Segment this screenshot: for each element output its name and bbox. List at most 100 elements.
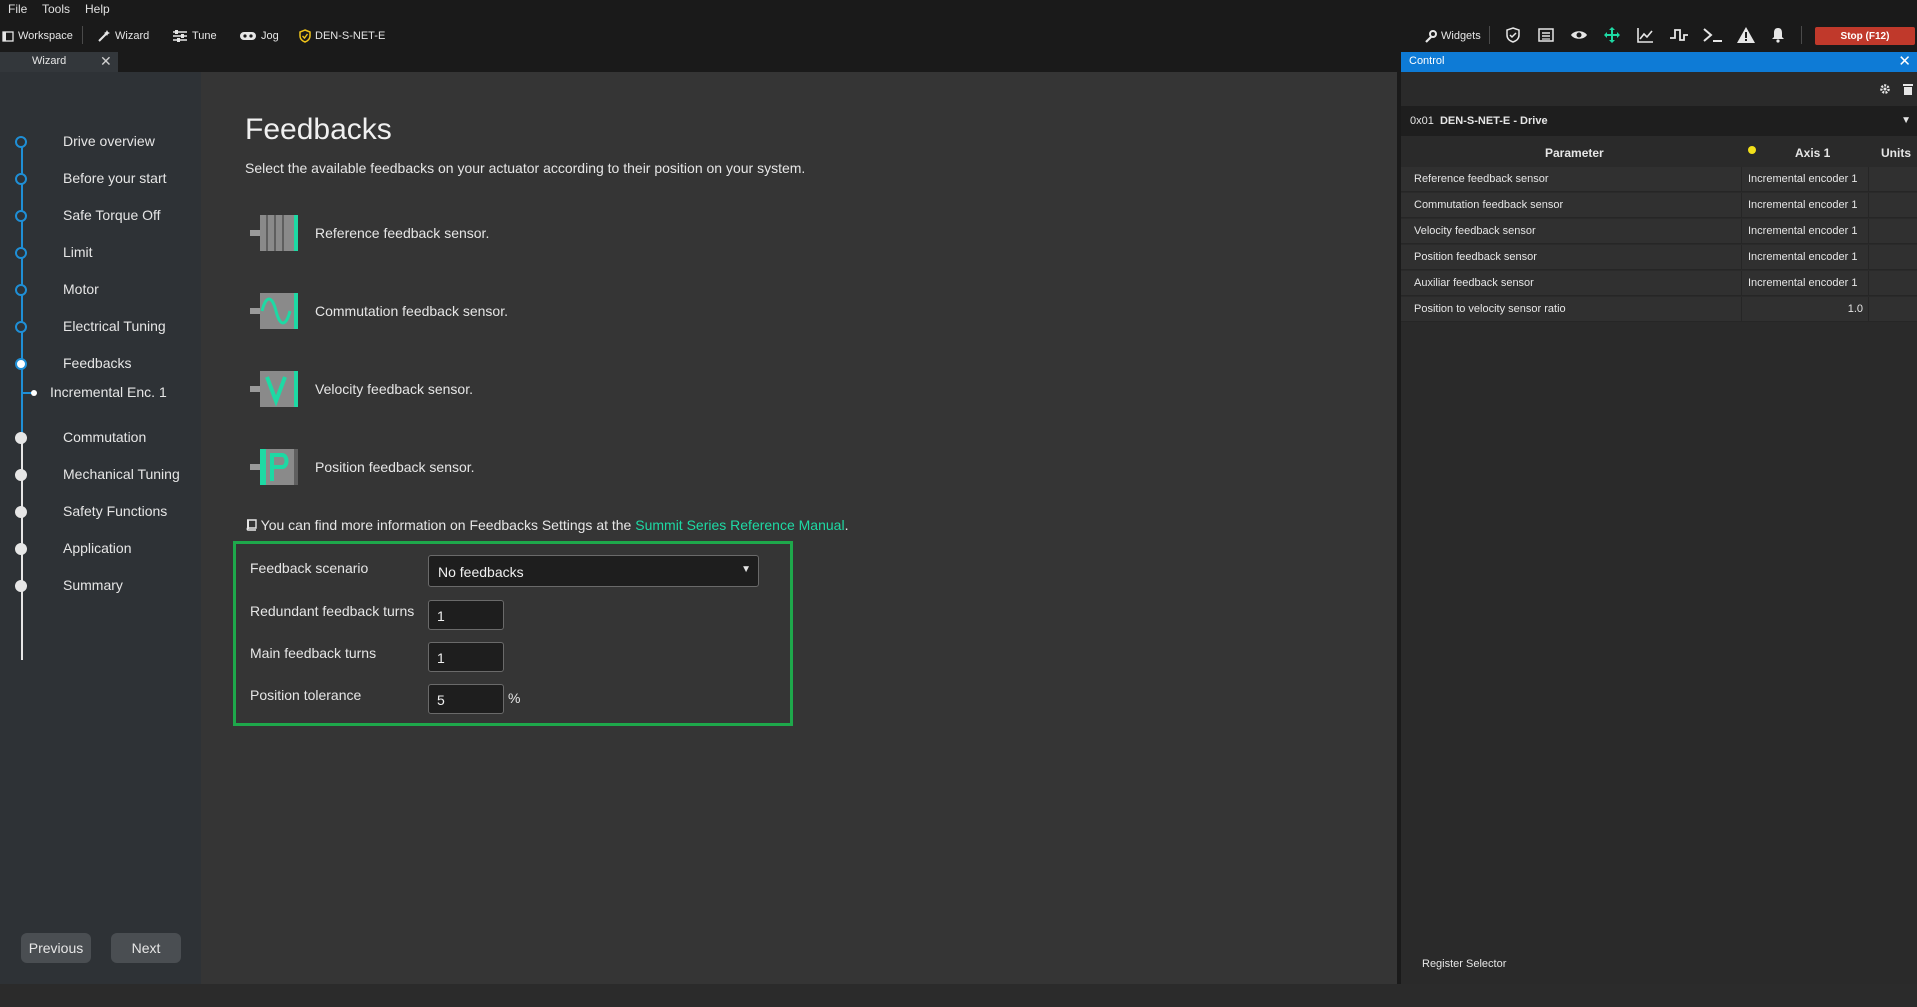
main-feedback-turns-input[interactable]: 1 (428, 642, 504, 672)
step-dot-icon (15, 284, 27, 296)
step-dot-icon (15, 247, 27, 259)
terminal-icon[interactable] (1703, 27, 1723, 43)
sidebar-item-summary[interactable]: Summary (15, 577, 123, 593)
toolbar-separator (1489, 26, 1490, 44)
menu-help[interactable]: Help (85, 2, 110, 16)
parameter-value: Incremental encoder 1 (1748, 277, 1858, 289)
control-panel-toolbar (1401, 72, 1917, 106)
warning-icon[interactable] (1737, 27, 1755, 43)
position-feedback-label: Position feedback sensor. (315, 459, 475, 475)
sidebar-item-label: Application (63, 540, 132, 556)
tab-wizard[interactable]: Wizard ✕ (0, 52, 118, 74)
reference-sensor-icon[interactable] (250, 213, 300, 253)
shield-icon (299, 29, 311, 43)
position-tolerance-input[interactable]: 5 (428, 684, 504, 714)
sidebar-substep-incremental-enc[interactable]: Incremental Enc. 1 (50, 384, 167, 400)
sidebar-item-label: Summary (63, 577, 123, 593)
sidebar-item-label: Drive overview (63, 133, 155, 149)
sidebar-item-drive-overview[interactable]: Drive overview (15, 133, 155, 149)
chart-line-icon[interactable] (1637, 27, 1654, 43)
sidebar-item-motor[interactable]: Motor (15, 281, 99, 297)
widgets-button[interactable]: Widgets (1424, 27, 1481, 45)
workspace-button[interactable]: Workspace (2, 27, 73, 45)
sidebar-item-before-your-start[interactable]: Before your start (15, 170, 167, 186)
sidebar-item-label: Limit (63, 244, 93, 260)
sidebar-item-limit[interactable]: Limit (15, 244, 93, 260)
parameter-name: Commutation feedback sensor (1414, 199, 1564, 211)
close-icon[interactable]: ✕ (100, 53, 112, 70)
parameter-value: 1.0 (1847, 303, 1863, 315)
device-button[interactable]: DEN-S-NET-E (299, 27, 385, 45)
redundant-feedback-turns-input[interactable]: 1 (428, 600, 504, 630)
trash-icon[interactable] (1903, 83, 1913, 95)
eye-icon[interactable] (1570, 28, 1588, 42)
drive-id: 0x01 (1410, 115, 1434, 127)
table-row[interactable]: Auxiliar feedback sensor Incremental enc… (1401, 271, 1917, 296)
column-parameter: Parameter (1545, 146, 1604, 160)
table-row[interactable]: Commutation feedback sensor Incremental … (1401, 193, 1917, 218)
workspace-label: Workspace (18, 30, 73, 42)
sidebar-item-safety-functions[interactable]: Safety Functions (15, 503, 167, 519)
reference-manual-link[interactable]: Summit Series Reference Manual (635, 517, 844, 533)
step-dot-active-icon (15, 358, 27, 370)
wrench-icon (1425, 29, 1437, 43)
sidebar-item-feedbacks[interactable]: Feedbacks (15, 355, 131, 371)
safety-shield-icon[interactable] (1505, 27, 1521, 43)
column-units: Units (1881, 146, 1911, 160)
menu-tools[interactable]: Tools (42, 2, 70, 16)
step-signal-icon[interactable] (1670, 27, 1688, 43)
info-text: You can find more information on Feedbac… (260, 517, 632, 533)
parameter-value: Incremental encoder 1 (1748, 173, 1858, 185)
sidebar-item-label: Before your start (63, 170, 167, 186)
table-row[interactable]: Position feedback sensor Incremental enc… (1401, 245, 1917, 270)
next-button[interactable]: Next (111, 933, 181, 963)
wizard-button[interactable]: Wizard (97, 27, 149, 45)
step-dot-icon (15, 432, 27, 444)
position-tolerance-unit: % (508, 690, 521, 706)
feedback-scenario-label: Feedback scenario (250, 560, 369, 576)
previous-button[interactable]: Previous (21, 933, 91, 963)
gear-icon[interactable] (1879, 83, 1891, 95)
step-dot-icon (15, 543, 27, 555)
tune-button[interactable]: Tune (172, 27, 217, 45)
sidebar-item-label: Safe Torque Off (63, 207, 161, 223)
page-subtitle: Select the available feedbacks on your a… (245, 160, 806, 176)
gamepad-icon (240, 32, 256, 40)
jog-button[interactable]: Jog (239, 27, 279, 45)
sidebar-item-electrical-tuning[interactable]: Electrical Tuning (15, 318, 166, 334)
table-row[interactable]: Position to velocity sensor ratio 1.0 (1401, 297, 1917, 322)
sidebar-item-application[interactable]: Application (15, 540, 132, 556)
register-selector[interactable]: Register Selector (1422, 958, 1506, 970)
list-icon[interactable] (1538, 27, 1554, 43)
tab-wizard-label: Wizard (32, 55, 67, 67)
toolbar-separator (82, 26, 83, 44)
step-dot-icon (15, 173, 27, 185)
sliders-icon (173, 30, 187, 42)
widgets-label: Widgets (1441, 30, 1481, 42)
feedback-scenario-select[interactable]: No feedbacks ▼ (428, 555, 759, 587)
parameter-name: Velocity feedback sensor (1414, 225, 1536, 237)
stop-button[interactable]: Stop (F12) (1815, 27, 1915, 45)
sidebar-item-mechanical-tuning[interactable]: Mechanical Tuning (15, 466, 180, 482)
menu-file[interactable]: File (8, 2, 27, 16)
position-tolerance-label: Position tolerance (250, 687, 362, 703)
column-axis-1: Axis 1 (1795, 146, 1831, 160)
position-sensor-icon[interactable] (250, 447, 300, 487)
move-arrows-icon[interactable] (1604, 27, 1620, 43)
tab-strip (0, 52, 1397, 72)
sidebar-item-safe-torque-off[interactable]: Safe Torque Off (15, 207, 161, 223)
redundant-feedback-turns-label: Redundant feedback turns (250, 603, 415, 619)
reference-feedback-label: Reference feedback sensor. (315, 225, 490, 241)
velocity-sensor-icon[interactable] (250, 369, 300, 409)
step-dot-icon (15, 210, 27, 222)
table-row[interactable]: Reference feedback sensor Incremental en… (1401, 167, 1917, 192)
sidebar-item-commutation[interactable]: Commutation (15, 429, 146, 445)
close-icon[interactable]: ✕ (1898, 52, 1911, 70)
table-row[interactable]: Velocity feedback sensor Incremental enc… (1401, 219, 1917, 244)
drive-name: DEN-S-NET-E - Drive (1439, 115, 1548, 127)
info-suffix: . (844, 517, 849, 533)
bell-icon[interactable] (1771, 27, 1785, 43)
step-dot-icon (15, 321, 27, 333)
commutation-sensor-icon[interactable] (250, 291, 300, 331)
drive-selector[interactable]: 0x01 DEN-S-NET-E - Drive ▼ (1401, 106, 1917, 136)
